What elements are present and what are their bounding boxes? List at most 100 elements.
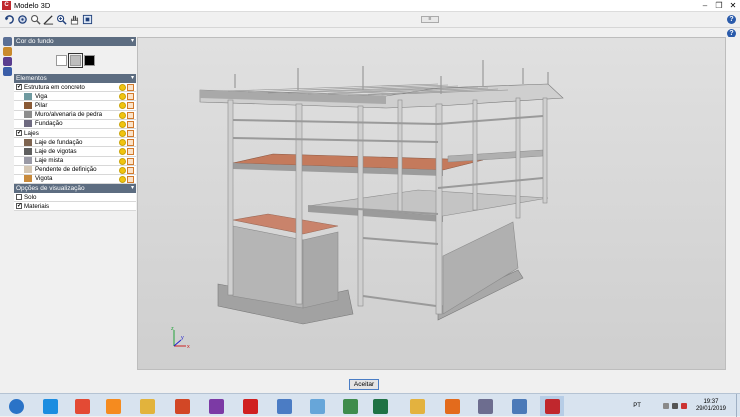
view-option-row[interactable]: ✓ Materiais xyxy=(14,202,136,212)
taskbar-item[interactable] xyxy=(507,396,531,416)
transparency-icon[interactable] xyxy=(127,84,134,91)
collapse-icon[interactable]: ▾ xyxy=(131,184,134,193)
pan-button[interactable] xyxy=(68,14,80,26)
element-item-row[interactable]: Vigota xyxy=(14,174,136,185)
taskbar-item[interactable] xyxy=(101,396,125,416)
close-button[interactable]: ✕ xyxy=(726,0,740,12)
visibility-bulb-icon[interactable] xyxy=(119,175,126,183)
view-option-row[interactable]: Solo xyxy=(14,193,136,203)
swatch-black[interactable] xyxy=(83,54,95,66)
swatch-white[interactable] xyxy=(55,54,67,66)
maximize-button[interactable]: ❒ xyxy=(712,0,726,12)
view-eye-icon[interactable] xyxy=(3,67,12,76)
taskbar-item[interactable] xyxy=(540,396,564,416)
minimize-button[interactable]: – xyxy=(698,0,712,12)
taskbar-item[interactable] xyxy=(272,396,296,416)
option-checkbox[interactable]: ✓ xyxy=(16,203,22,210)
element-item-row[interactable]: Fundação xyxy=(14,119,136,129)
element-item-row[interactable]: Viga xyxy=(14,92,136,102)
taskbar-item[interactable] xyxy=(405,396,429,416)
language-indicator[interactable]: PT xyxy=(633,403,641,409)
display-options-icon[interactable] xyxy=(3,57,12,66)
speaker-icon[interactable] xyxy=(671,402,678,409)
taskbar-item[interactable] xyxy=(135,396,159,416)
visibility-bulb-icon[interactable] xyxy=(119,102,126,110)
layers-icon[interactable] xyxy=(3,37,12,46)
measure-button[interactable] xyxy=(42,14,54,26)
material-icon[interactable] xyxy=(3,47,12,56)
element-item-row[interactable]: Pilar xyxy=(14,101,136,111)
structure-3d-model[interactable]: z y x xyxy=(138,38,727,371)
view-options-header[interactable]: Opções de visualização ▾ xyxy=(14,184,136,194)
taskbar-item[interactable] xyxy=(70,396,94,416)
taskbar-item[interactable] xyxy=(368,396,392,416)
zoom-window-button[interactable] xyxy=(29,14,41,26)
visibility-bulb-icon[interactable] xyxy=(119,93,126,101)
transparency-icon[interactable] xyxy=(127,157,134,165)
material-swatch[interactable] xyxy=(24,92,32,100)
material-swatch[interactable] xyxy=(24,147,32,155)
background-color-header[interactable]: Cor do fundo ▾ xyxy=(14,37,136,46)
material-swatch[interactable] xyxy=(24,111,32,119)
transparency-icon[interactable] xyxy=(127,166,134,174)
visibility-bulb-icon[interactable] xyxy=(119,129,126,137)
3d-viewport[interactable]: z y x xyxy=(137,37,726,370)
taskbar-item[interactable] xyxy=(238,396,262,416)
material-swatch[interactable] xyxy=(24,138,32,146)
visibility-bulb-icon[interactable] xyxy=(119,120,126,128)
group-checkbox[interactable]: ✓ xyxy=(16,130,22,137)
taskbar-item[interactable] xyxy=(338,396,362,416)
material-swatch[interactable] xyxy=(24,175,32,183)
transparency-icon[interactable] xyxy=(127,102,134,110)
taskbar-item[interactable] xyxy=(204,396,228,416)
accept-button[interactable]: Aceitar xyxy=(349,379,379,390)
transparency-icon[interactable] xyxy=(127,175,134,183)
taskbar-item[interactable] xyxy=(38,396,62,416)
element-group-row[interactable]: ✓ Lajes xyxy=(14,128,136,139)
swatch-gray[interactable] xyxy=(67,52,83,68)
transparency-icon[interactable] xyxy=(127,111,134,119)
visibility-bulb-icon[interactable] xyxy=(119,148,126,156)
clock[interactable]: 19:37 29/01/2019 xyxy=(696,399,726,413)
taskbar-item[interactable] xyxy=(440,396,464,416)
element-item-row[interactable]: Laje mista xyxy=(14,156,136,166)
option-checkbox[interactable] xyxy=(16,194,22,201)
element-item-row[interactable]: Pendente de definição xyxy=(14,165,136,175)
visibility-bulb-icon[interactable] xyxy=(119,166,126,174)
transparency-icon[interactable] xyxy=(127,120,134,128)
taskbar-item[interactable] xyxy=(4,396,28,416)
transparency-icon[interactable] xyxy=(127,139,134,147)
collapse-icon[interactable]: ▾ xyxy=(131,37,134,46)
element-item-row[interactable]: Laje de fundação xyxy=(14,138,136,148)
transparency-icon[interactable] xyxy=(127,148,134,156)
element-item-row[interactable]: Muro/alvenaria de pedra xyxy=(14,110,136,120)
fit-view-button[interactable] xyxy=(81,14,93,26)
taskbar-item[interactable] xyxy=(305,396,329,416)
visibility-bulb-icon[interactable] xyxy=(119,139,126,147)
transparency-icon[interactable] xyxy=(127,93,134,101)
network-icon[interactable] xyxy=(662,402,669,409)
visibility-bulb-icon[interactable] xyxy=(119,111,126,119)
show-desktop-button[interactable] xyxy=(736,394,740,417)
help-icon[interactable]: ? xyxy=(727,15,736,24)
rotate-button[interactable] xyxy=(3,14,15,26)
element-item-row[interactable]: Laje de vigotas xyxy=(14,147,136,157)
material-swatch[interactable] xyxy=(24,166,32,174)
orbit-button[interactable] xyxy=(16,14,28,26)
material-swatch[interactable] xyxy=(24,120,32,128)
right-scroll-area[interactable] xyxy=(727,37,736,370)
taskbar-item[interactable] xyxy=(473,396,497,416)
toolbar-grip-handle[interactable]: ≡ xyxy=(421,16,439,23)
material-swatch[interactable] xyxy=(24,101,32,109)
security-icon[interactable] xyxy=(680,402,687,409)
group-checkbox[interactable]: ✓ xyxy=(16,84,22,91)
taskbar-item[interactable] xyxy=(170,396,194,416)
elements-header[interactable]: Elementos ▾ xyxy=(14,74,136,83)
visibility-bulb-icon[interactable] xyxy=(119,157,126,165)
visibility-bulb-icon[interactable] xyxy=(119,84,126,91)
transparency-icon[interactable] xyxy=(127,129,134,137)
material-swatch[interactable] xyxy=(24,157,32,165)
element-group-row[interactable]: ✓ Estrutura em concreto xyxy=(14,83,136,93)
collapse-icon[interactable]: ▾ xyxy=(131,74,134,83)
zoom-in-button[interactable] xyxy=(55,14,67,26)
